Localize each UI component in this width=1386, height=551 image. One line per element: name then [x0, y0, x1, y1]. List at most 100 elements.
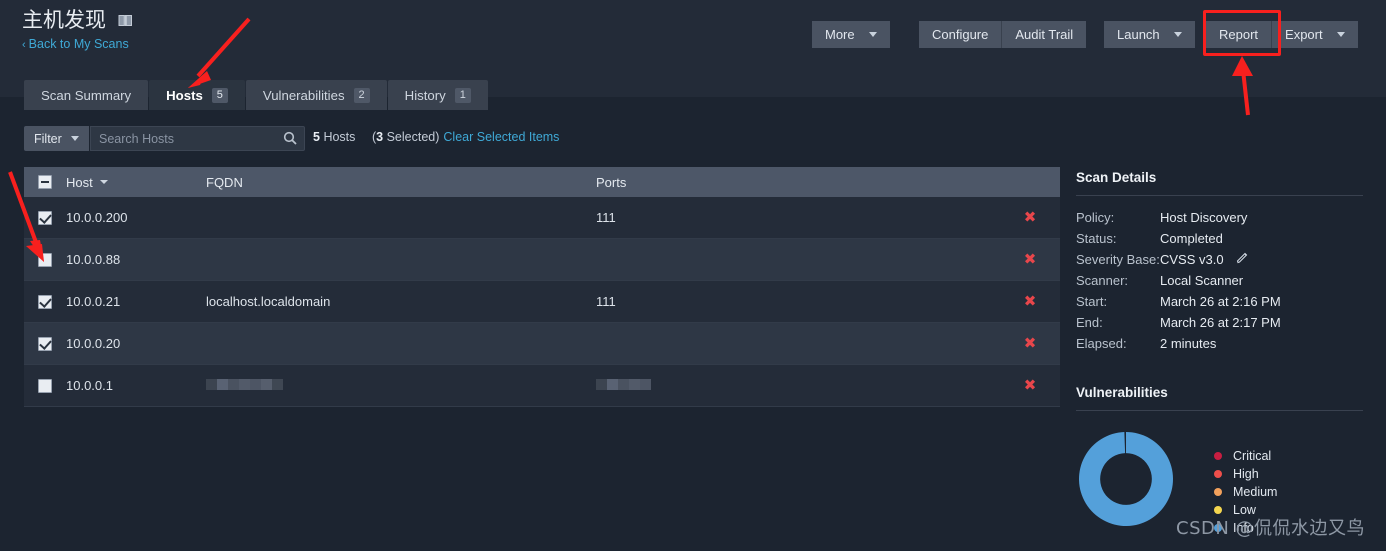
row-checkbox[interactable] — [38, 252, 52, 267]
page-title: 主机发现 — [22, 9, 106, 32]
cell-host: 10.0.0.1 — [66, 378, 113, 393]
export-button[interactable]: Export — [1272, 21, 1358, 48]
chevron-left-icon: ‹ — [22, 39, 26, 51]
row-select-cell — [24, 336, 66, 351]
scan-detail-value: March 26 at 2:17 PM — [1160, 315, 1281, 330]
scan-details-list: Policy: Host Discovery Status: Completed Sev… — [1076, 207, 1366, 354]
cell-ports: 111 — [596, 294, 616, 309]
search-box[interactable] — [90, 126, 305, 151]
legend-item-critical[interactable]: Critical — [1214, 447, 1277, 465]
table-row[interactable]: 10.0.0.88 ✖ — [24, 239, 1060, 281]
delete-icon[interactable]: ✖ — [1024, 252, 1037, 267]
scan-detail-value: March 26 at 2:16 PM — [1160, 294, 1281, 309]
scan-detail-key: End: — [1076, 315, 1103, 330]
row-checkbox[interactable] — [38, 210, 52, 225]
scan-detail-key: Severity Base: — [1076, 252, 1160, 267]
legend-label: Critical — [1233, 449, 1272, 463]
host-count: 5 Hosts — [313, 130, 355, 144]
row-checkbox[interactable] — [38, 378, 52, 393]
scan-detail-row: Status: Completed — [1076, 228, 1366, 249]
table-row[interactable]: 10.0.0.200 111 ✖ — [24, 197, 1060, 239]
legend-item-medium[interactable]: Medium — [1214, 483, 1277, 501]
cell-ports — [596, 378, 1000, 393]
table-row[interactable]: 10.0.0.1 ✖ — [24, 365, 1060, 407]
pencil-icon[interactable] — [1236, 249, 1249, 270]
cell-host: 10.0.0.21 — [66, 294, 121, 309]
more-button-label: More — [825, 27, 855, 42]
row-delete-cell: ✖ — [1000, 378, 1060, 393]
scan-detail-row: End: March 26 at 2:17 PM — [1076, 312, 1366, 333]
legend-color-dot — [1214, 506, 1222, 514]
redacted-ports — [596, 379, 651, 390]
legend-label: High — [1233, 467, 1259, 481]
launch-button[interactable]: Launch — [1104, 21, 1195, 48]
table-body: 10.0.0.200 111 ✖ 10.0.0.88 ✖ 10.0.0.21 localho… — [24, 197, 1060, 407]
report-button[interactable]: Report — [1206, 21, 1273, 48]
search-input[interactable] — [99, 127, 274, 150]
row-delete-cell: ✖ — [1000, 252, 1060, 267]
top-header: 主机发现 ‹ Back to My Scans More Configure Au… — [0, 0, 1386, 65]
clear-selected-items-link[interactable]: Clear Selected Items — [443, 130, 559, 144]
divider — [1076, 410, 1363, 411]
scan-details-title: Scan Details — [1076, 170, 1157, 185]
configure-button[interactable]: Configure — [919, 21, 1003, 48]
delete-icon[interactable]: ✖ — [1024, 210, 1037, 225]
filter-button[interactable]: Filter — [24, 126, 89, 151]
legend-item-high[interactable]: High — [1214, 465, 1277, 483]
table-row[interactable]: 10.0.0.21 localhost.localdomain 111 ✖ — [24, 281, 1060, 323]
select-all-checkbox[interactable] — [38, 175, 52, 189]
scan-detail-row: Severity Base: CVSS v3.0 — [1076, 249, 1366, 270]
scan-detail-key: Scanner: — [1076, 273, 1129, 288]
scan-detail-value: Host Discovery — [1160, 210, 1248, 225]
cell-ports: 111 — [596, 210, 616, 225]
row-delete-cell: ✖ — [1000, 210, 1060, 225]
select-all-cell — [24, 175, 66, 189]
scan-detail-value: 2 minutes — [1160, 336, 1217, 351]
selected-suffix: Selected) — [383, 130, 440, 144]
row-delete-cell: ✖ — [1000, 294, 1060, 309]
sort-descending-icon — [99, 180, 108, 184]
delete-icon[interactable]: ✖ — [1024, 336, 1037, 351]
legend-color-dot — [1214, 452, 1222, 460]
audit-trail-button[interactable]: Audit Trail — [1002, 21, 1087, 48]
legend-color-dot — [1214, 488, 1222, 496]
title-block: 主机发现 ‹ Back to My Scans — [22, 8, 133, 51]
cell-host: 10.0.0.20 — [66, 336, 121, 351]
donut-slice-info[interactable] — [1079, 432, 1173, 526]
chevron-down-icon — [1173, 32, 1182, 37]
scan-detail-row: Policy: Host Discovery — [1076, 207, 1366, 228]
launch-button-group: Launch — [1104, 21, 1195, 48]
delete-icon[interactable]: ✖ — [1024, 378, 1037, 393]
scan-detail-key: Elapsed: — [1076, 336, 1127, 351]
donut-svg[interactable] — [1076, 429, 1176, 529]
tab-bar: Scan Summary Hosts 5 Vulnerabilities 2 Histor… — [0, 65, 1386, 110]
search-icon[interactable] — [283, 131, 297, 150]
scan-detail-key: Status: — [1076, 231, 1117, 246]
cell-fqdn — [206, 378, 596, 393]
column-header-host[interactable]: Host — [66, 175, 206, 190]
column-header-fqdn[interactable]: FQDN — [206, 175, 596, 190]
cell-fqdn: localhost.localdomain — [206, 294, 331, 309]
row-select-cell — [24, 294, 66, 309]
row-select-cell — [24, 210, 66, 225]
row-checkbox[interactable] — [38, 336, 52, 351]
more-button[interactable]: More — [812, 21, 890, 48]
cell-host: 10.0.0.88 — [66, 252, 121, 267]
delete-icon[interactable]: ✖ — [1024, 294, 1037, 309]
table-row[interactable]: 10.0.0.20 ✖ — [24, 323, 1060, 365]
legend-color-dot — [1214, 470, 1222, 478]
legend-label: Medium — [1233, 485, 1278, 499]
row-delete-cell: ✖ — [1000, 336, 1060, 351]
scan-detail-value: Local Scanner — [1160, 273, 1244, 288]
scan-detail-value: CVSS v3.0 — [1160, 252, 1224, 267]
row-checkbox[interactable] — [38, 294, 52, 309]
scan-detail-row: Elapsed: 2 minutes — [1076, 333, 1366, 354]
host-count-number: 5 — [313, 130, 320, 144]
scan-details-panel: Scan Details Policy: Host Discovery Status… — [1076, 170, 1366, 354]
column-header-ports[interactable]: Ports — [596, 175, 1000, 190]
configure-audit-button-group: Configure Audit Trail — [919, 21, 1087, 48]
back-to-my-scans-link[interactable]: ‹ Back to My Scans — [22, 37, 133, 51]
table-header-row: Host FQDN Ports — [24, 167, 1060, 197]
selected-info: (3 Selected) Clear Selected Items — [372, 130, 559, 144]
export-button-label: Export — [1285, 27, 1323, 42]
